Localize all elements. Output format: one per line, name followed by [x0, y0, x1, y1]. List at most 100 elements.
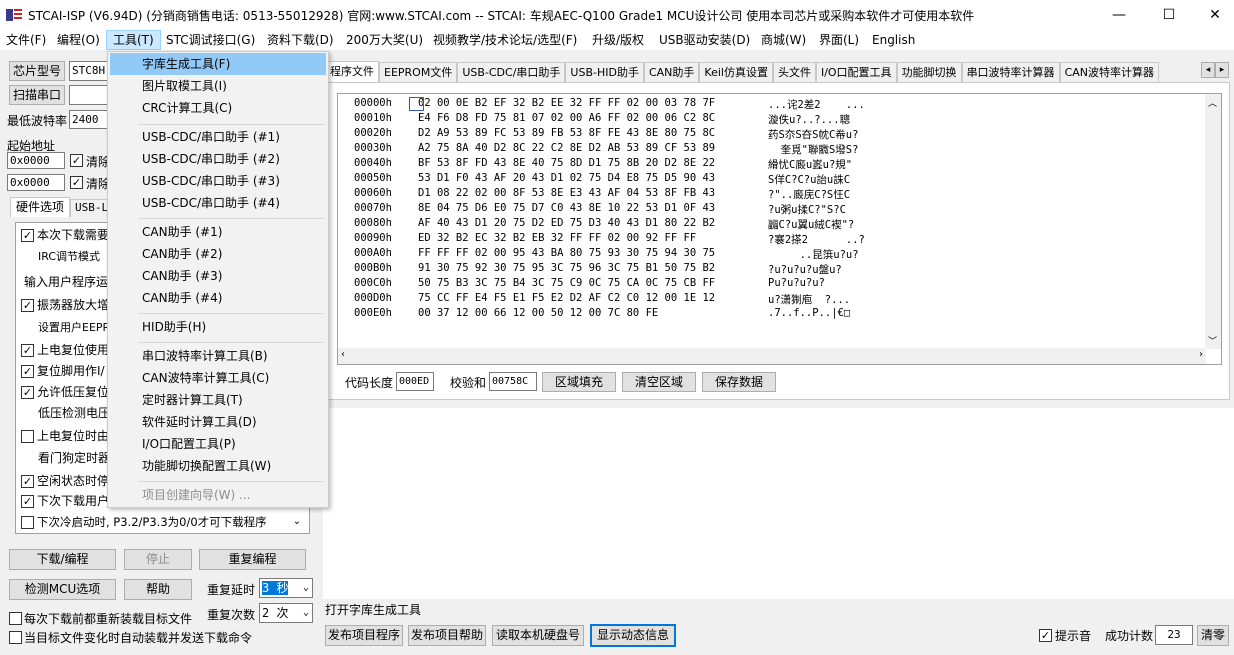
start-address-input-2[interactable]: 0x0000 — [7, 174, 65, 191]
menu-item-can-baud[interactable]: CAN波特率计算工具(C) — [110, 367, 326, 389]
tab-uart-baud[interactable]: 串口波特率计算器 — [961, 62, 1060, 83]
menu-item-can-3[interactable]: CAN助手 (#3) — [110, 265, 326, 287]
repeat-program-button[interactable]: 重复编程 — [199, 549, 306, 570]
tab-eeprom-file[interactable]: EEPROM文件 — [379, 62, 458, 83]
tab-usb-link[interactable]: USB-L — [70, 199, 110, 217]
menu-item-pin-switch[interactable]: 功能脚切换配置工具(W) — [110, 455, 326, 477]
option-checkbox[interactable] — [21, 430, 34, 443]
menu-item-project-wizard[interactable]: 项目创建向导(W) ... — [110, 484, 326, 506]
option-checkbox[interactable]: ✓ — [21, 386, 34, 399]
horizontal-scrollbar[interactable]: ‹ › — [338, 348, 1206, 364]
chip-type-button[interactable]: 芯片型号 — [9, 61, 65, 81]
menu-stc-debug[interactable]: STC调试接口(G) — [160, 30, 261, 50]
tab-usb-hid[interactable]: USB-HID助手 — [565, 62, 644, 83]
menu-prize[interactable]: 200万大奖(U) — [340, 30, 429, 50]
vertical-scrollbar[interactable]: ︿ ﹀ — [1205, 94, 1221, 349]
option-checkbox[interactable]: ✓ — [21, 365, 34, 378]
menu-item-timer-calc[interactable]: 定时器计算工具(T) — [110, 389, 326, 411]
publish-program-button[interactable]: 发布项目程序 — [325, 625, 403, 646]
hex-view[interactable]: 00000h 02 00 0E B2 EF 32 B2 EE 32 FF FF 0… — [337, 93, 1222, 365]
menu-item-delay-calc[interactable]: 软件延时计算工具(D) — [110, 411, 326, 433]
help-button[interactable]: 帮助 — [124, 579, 192, 600]
checksum-label: 校验和 — [450, 376, 487, 390]
reload-each-checkbox[interactable] — [9, 612, 22, 625]
menu-item-can-2[interactable]: CAN助手 (#2) — [110, 243, 326, 265]
tab-can[interactable]: CAN助手 — [643, 62, 700, 83]
repeat-count-select[interactable]: 2 次 ⌄ — [259, 603, 313, 623]
start-address-input-1[interactable]: 0x0000 — [7, 152, 65, 169]
menu-english[interactable]: English — [866, 30, 921, 50]
menu-file[interactable]: 文件(F) — [0, 30, 52, 50]
menu-upgrade[interactable]: 升级/版权 — [586, 30, 650, 50]
menu-item-can-1[interactable]: CAN助手 (#1) — [110, 221, 326, 243]
show-dynamic-info-button[interactable]: 显示动态信息 — [590, 624, 676, 647]
scroll-right-icon[interactable]: › — [1199, 349, 1203, 360]
tab-can-baud[interactable]: CAN波特率计算器 — [1059, 62, 1159, 83]
tab-scroll-left-button[interactable]: ◂ — [1201, 62, 1215, 78]
option-checkbox[interactable]: ✓ — [21, 495, 34, 508]
reset-count-button[interactable]: 清零 — [1197, 625, 1229, 646]
menu-item-io-config[interactable]: I/O口配置工具(P) — [110, 433, 326, 455]
option-checkbox[interactable]: ✓ — [21, 229, 34, 242]
chevron-down-icon[interactable]: ⌄ — [289, 513, 305, 531]
close-button[interactable]: ✕ — [1192, 0, 1234, 30]
repeat-delay-select[interactable]: 3 秒 ⌄ — [259, 578, 313, 598]
download-program-button[interactable]: 下载/编程 — [9, 549, 116, 570]
scroll-down-icon[interactable]: ﹀ — [1208, 334, 1217, 347]
menu-item-font-generator[interactable]: 字库生成工具(F) — [110, 53, 326, 75]
menu-item-usb-cdc-2[interactable]: USB-CDC/串口助手 (#2) — [110, 148, 326, 170]
option-checkbox[interactable]: ✓ — [21, 475, 34, 488]
clear-checkbox-2[interactable]: ✓ — [70, 176, 83, 189]
scan-port-button[interactable]: 扫描串口 — [9, 85, 65, 105]
auto-send-checkbox[interactable] — [9, 631, 22, 644]
clear-checkbox-1[interactable]: ✓ — [70, 154, 83, 167]
tab-program-file[interactable]: 程序文件 — [325, 61, 379, 83]
save-data-button[interactable]: 保存数据 — [702, 372, 776, 392]
chip-type-select[interactable]: STC8H — [69, 61, 109, 81]
code-length-label: 代码长度 — [345, 376, 394, 390]
repeat-delay-label: 重复延时 — [207, 583, 256, 597]
menu-item-hid[interactable]: HID助手(H) — [110, 316, 326, 338]
clear-region-button[interactable]: 清空区域 — [622, 372, 696, 392]
menu-item-can-4[interactable]: CAN助手 (#4) — [110, 287, 326, 309]
hex-row: 00040h BF 53 8F FD 43 8E 40 75 8D D1 75 8… — [354, 157, 853, 171]
read-disk-id-button[interactable]: 读取本机硬盘号 — [492, 625, 584, 646]
menu-downloads[interactable]: 资料下载(D) — [261, 30, 340, 50]
menu-video-forum[interactable]: 视频教学/技术论坛/选型(F) — [427, 30, 583, 50]
tab-keil-sim[interactable]: Keil仿真设置 — [699, 62, 773, 83]
tab-hardware-options[interactable]: 硬件选项 — [10, 197, 70, 217]
beep-checkbox[interactable]: ✓ — [1039, 629, 1052, 642]
option-label: 输入用户程序运 — [24, 275, 109, 289]
port-select[interactable] — [69, 85, 109, 105]
scroll-up-icon[interactable]: ︿ — [1208, 96, 1217, 109]
menu-tools[interactable]: 工具(T) — [106, 30, 161, 50]
menu-program[interactable]: 编程(O) — [51, 30, 106, 50]
menu-item-crc-calc[interactable]: CRC计算工具(C) — [110, 97, 326, 119]
menu-item-usb-cdc-4[interactable]: USB-CDC/串口助手 (#4) — [110, 192, 326, 214]
option-checkbox[interactable]: ✓ — [21, 344, 34, 357]
option-checkbox[interactable]: ✓ — [21, 299, 34, 312]
fill-region-button[interactable]: 区域填充 — [542, 372, 616, 392]
tab-header-file[interactable]: 头文件 — [772, 62, 816, 83]
menu-item-usb-cdc-1[interactable]: USB-CDC/串口助手 (#1) — [110, 126, 326, 148]
tab-pin-switch[interactable]: 功能脚切换 — [896, 62, 962, 83]
menu-mall[interactable]: 商城(W) — [755, 30, 812, 50]
option-checkbox[interactable] — [21, 516, 34, 529]
menu-item-image-extract[interactable]: 图片取模工具(I) — [110, 75, 326, 97]
tab-usb-cdc[interactable]: USB-CDC/串口助手 — [457, 62, 566, 83]
scroll-left-icon[interactable]: ‹ — [341, 349, 345, 360]
min-baud-select[interactable]: 2400 — [69, 110, 109, 129]
tab-io-config[interactable]: I/O口配置工具 — [815, 62, 897, 83]
publish-help-button[interactable]: 发布项目帮助 — [408, 625, 486, 646]
minimize-button[interactable]: — — [1096, 0, 1142, 30]
status-message: 打开字库生成工具 — [325, 603, 422, 617]
menu-usb-driver[interactable]: USB驱动安装(D) — [653, 30, 756, 50]
checksum-value: 00758C — [489, 372, 537, 391]
stop-button[interactable]: 停止 — [124, 549, 192, 570]
maximize-button[interactable]: ☐ — [1146, 0, 1192, 30]
menu-item-usb-cdc-3[interactable]: USB-CDC/串口助手 (#3) — [110, 170, 326, 192]
menu-interface[interactable]: 界面(L) — [813, 30, 865, 50]
detect-mcu-button[interactable]: 检测MCU选项 — [9, 579, 116, 600]
menu-item-uart-baud[interactable]: 串口波特率计算工具(B) — [110, 345, 326, 367]
tab-scroll-right-button[interactable]: ▸ — [1215, 62, 1229, 78]
